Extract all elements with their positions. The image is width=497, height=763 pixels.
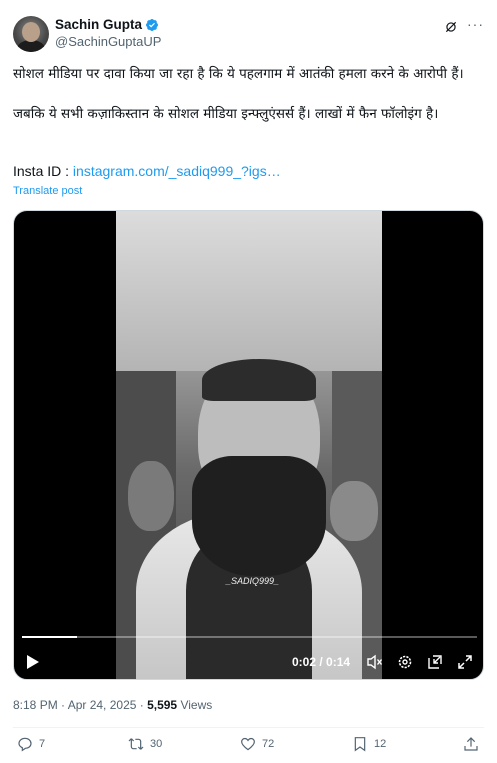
views-count: 5,595 — [147, 698, 178, 712]
display-name[interactable]: Sachin Gupta — [55, 17, 142, 32]
tweet-paragraph-1: सोशल मीडिया पर दावा किया जा रहा है कि ये… — [13, 66, 464, 82]
tweet-text: सोशल मीडिया पर दावा किया जा रहा है कि ये… — [13, 64, 483, 124]
bookmark-button[interactable]: 12 — [352, 736, 386, 752]
bookmark-count: 12 — [374, 738, 387, 750]
avatar[interactable] — [13, 16, 49, 52]
video-time: 0:02 / 0:14 — [292, 655, 351, 669]
tweet-paragraph-2: जबकि ये सभी कज़ाकिस्तान के सोशल मीडिया इ… — [13, 106, 439, 122]
name-row: Sachin Gupta — [55, 17, 161, 32]
divider — [13, 727, 484, 728]
video-progress-fill — [22, 636, 77, 638]
video-scene-ceiling — [116, 211, 382, 371]
tweet-meta: 8:18 PM · Apr 24, 2025 · 5,595 Views — [13, 698, 212, 712]
insta-id-row: Insta ID : instagram.com/_sadiq999_?igs… — [13, 163, 281, 179]
verified-badge-icon — [146, 18, 158, 31]
more-options-icon[interactable]: ··· — [467, 16, 484, 32]
video-player[interactable]: _SADIQ999_ 0:02 / 0:14 — [13, 210, 484, 680]
tweet-actions: 7 30 72 12 — [13, 736, 484, 756]
insta-id-label: Insta ID : — [13, 163, 70, 179]
share-icon — [464, 737, 478, 751]
tweet-header: Sachin Gupta @SachinGuptaUP ··· — [13, 14, 484, 54]
play-icon[interactable] — [27, 655, 39, 669]
video-scene-person-left — [128, 461, 174, 531]
reply-button[interactable]: 7 — [17, 736, 45, 752]
video-watermark: _SADIQ999_ — [226, 576, 280, 586]
like-button[interactable]: 72 — [240, 736, 274, 752]
video-controls: 0:02 / 0:14 — [14, 647, 483, 677]
repost-icon — [128, 738, 144, 750]
video-scene-beard — [192, 456, 326, 576]
views-label: Views — [177, 698, 213, 712]
reply-icon — [18, 737, 32, 752]
share-button[interactable] — [463, 736, 479, 752]
like-count: 72 — [262, 738, 275, 750]
pip-icon[interactable] — [427, 654, 443, 670]
grok-icon[interactable] — [444, 20, 458, 34]
timestamp[interactable]: 8:18 PM · Apr 24, 2025 · — [13, 698, 147, 712]
author-info: Sachin Gupta @SachinGuptaUP — [55, 17, 161, 49]
video-scene-person-right — [330, 481, 378, 541]
repost-count: 30 — [150, 738, 163, 750]
translate-post-link[interactable]: Translate post — [13, 185, 82, 197]
reply-count: 7 — [39, 738, 46, 750]
insta-link[interactable]: instagram.com/_sadiq999_?igs… — [73, 163, 281, 179]
mute-icon[interactable] — [367, 654, 383, 670]
video-scene-hair — [202, 359, 316, 401]
repost-button[interactable]: 30 — [128, 736, 162, 752]
settings-gear-icon[interactable] — [397, 654, 413, 670]
bookmark-icon — [354, 737, 366, 752]
author-handle[interactable]: @SachinGuptaUP — [55, 34, 161, 49]
video-frame: _SADIQ999_ — [116, 211, 382, 679]
heart-icon — [241, 737, 255, 751]
video-progress-bar[interactable] — [22, 636, 477, 638]
fullscreen-icon[interactable] — [457, 654, 473, 670]
